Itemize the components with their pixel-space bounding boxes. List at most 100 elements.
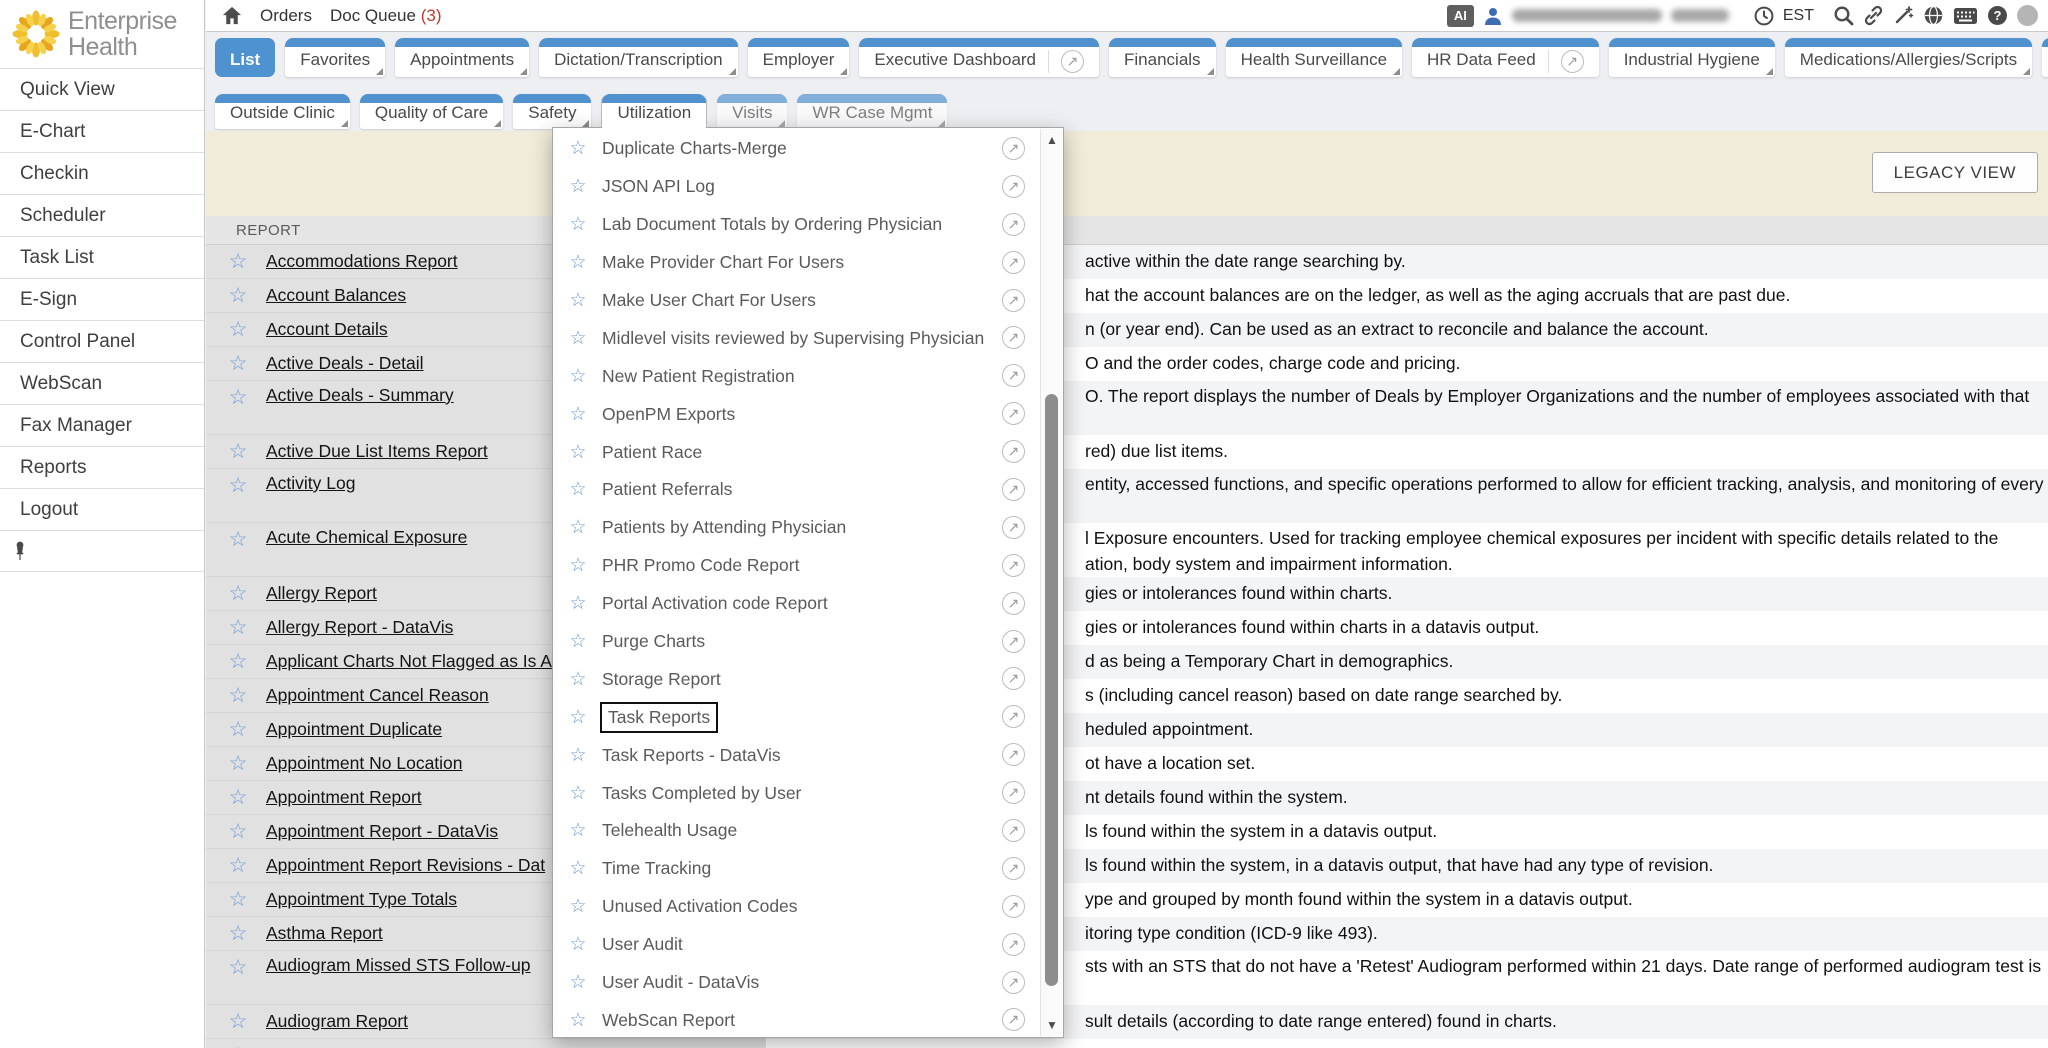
favorite-star-icon[interactable]: ☆ — [220, 385, 256, 410]
favorite-star-icon[interactable]: ☆ — [566, 592, 590, 615]
open-in-new-icon[interactable]: ↗ — [1061, 50, 1084, 73]
favorite-star-icon[interactable]: ☆ — [566, 137, 590, 160]
menu-item[interactable]: ☆ Tasks Completed by User ↗ — [553, 774, 1039, 812]
sidebar-item[interactable]: E-Sign — [0, 278, 204, 320]
open-in-new-icon[interactable]: ↗ — [1002, 289, 1025, 312]
favorite-star-icon[interactable]: ☆ — [566, 516, 590, 539]
sidebar-item[interactable]: Fax Manager — [0, 404, 204, 446]
open-in-new-icon[interactable]: ↗ — [1002, 781, 1025, 804]
favorite-star-icon[interactable]: ☆ — [566, 744, 590, 767]
favorite-star-icon[interactable]: ☆ — [220, 351, 256, 376]
open-in-new-icon[interactable]: ↗ — [1002, 592, 1025, 615]
open-in-new-icon[interactable]: ↗ — [1002, 516, 1025, 539]
report-link[interactable]: Appointment Report Revisions - Dat — [266, 855, 545, 876]
nav-tab[interactable]: HR Data Feed ↗ — [1412, 38, 1599, 77]
menu-item[interactable]: ☆ Purge Charts ↗ — [553, 623, 1039, 661]
favorite-star-icon[interactable]: ☆ — [566, 895, 590, 918]
menu-item[interactable]: ☆ Lab Document Totals by Ordering Physic… — [553, 206, 1039, 244]
open-in-new-icon[interactable]: ↗ — [1002, 630, 1025, 653]
favorite-star-icon[interactable]: ☆ — [566, 706, 590, 729]
nav-tab[interactable]: Health Surveillance ↗ — [1226, 38, 1402, 77]
menu-item[interactable]: ☆ PHR Promo Code Report ↗ — [553, 547, 1039, 585]
nav-tab[interactable]: Utilization ↗ — [601, 94, 707, 129]
menu-item[interactable]: ☆ Time Tracking ↗ — [553, 850, 1039, 888]
open-in-new-icon[interactable]: ↗ — [1002, 554, 1025, 577]
nav-tab[interactable]: Executive Dashboard ↗ — [859, 38, 1099, 77]
open-in-new-icon[interactable]: ↗ — [1002, 251, 1025, 274]
open-in-new-icon[interactable]: ↗ — [1002, 213, 1025, 236]
nav-tab[interactable]: List ↗ — [215, 38, 275, 77]
dropdown-scrollbar[interactable]: ▲ ▼ — [1040, 129, 1062, 1036]
favorite-star-icon[interactable]: ☆ — [220, 1009, 256, 1034]
scroll-up-icon[interactable]: ▲ — [1041, 133, 1063, 147]
favorite-star-icon[interactable]: ☆ — [220, 527, 256, 552]
sidebar-item[interactable]: E-Chart — [0, 110, 204, 152]
favorite-star-icon[interactable]: ☆ — [566, 630, 590, 653]
breadcrumb-doc-queue[interactable]: Doc Queue (3) — [330, 6, 442, 26]
report-link[interactable]: Allergy Report — [266, 583, 377, 604]
favorite-star-icon[interactable]: ☆ — [220, 317, 256, 342]
menu-item[interactable]: ☆ Duplicate Charts-Merge ↗ — [553, 130, 1039, 168]
report-link[interactable]: Active Deals - Summary — [266, 385, 454, 406]
report-link[interactable]: Audiogram Report — [266, 1011, 408, 1032]
report-link[interactable]: Appointment Report — [266, 787, 422, 808]
favorite-star-icon[interactable]: ☆ — [220, 581, 256, 606]
report-link[interactable]: Active Due List Items Report — [266, 441, 488, 462]
home-icon[interactable] — [222, 6, 242, 25]
scrollbar-thumb[interactable] — [1045, 394, 1058, 986]
globe-icon[interactable] — [1923, 5, 1944, 26]
favorite-star-icon[interactable]: ☆ — [220, 853, 256, 878]
favorite-star-icon[interactable]: ☆ — [566, 289, 590, 312]
report-link[interactable]: Applicant Charts Not Flagged as Is A — [266, 651, 552, 672]
favorite-star-icon[interactable]: ☆ — [220, 955, 256, 980]
avatar[interactable] — [2017, 5, 2038, 26]
open-in-new-icon[interactable]: ↗ — [1002, 857, 1025, 880]
open-in-new-icon[interactable]: ↗ — [1002, 137, 1025, 160]
favorite-star-icon[interactable]: ☆ — [566, 857, 590, 880]
nav-tab[interactable]: Employer ↗ — [748, 38, 850, 77]
report-link[interactable]: Audiogram Missed STS Follow-up — [266, 955, 531, 976]
menu-item[interactable]: ☆ New Patient Registration ↗ — [553, 357, 1039, 395]
favorite-star-icon[interactable]: ☆ — [566, 441, 590, 464]
sidebar-item[interactable]: Quick View — [0, 68, 204, 110]
menu-item[interactable]: ☆ Telehealth Usage ↗ — [553, 812, 1039, 850]
favorite-star-icon[interactable]: ☆ — [220, 819, 256, 844]
menu-item[interactable]: ☆ Portal Activation code Report ↗ — [553, 585, 1039, 623]
clock-icon[interactable] — [1754, 6, 1774, 26]
enterprise-health-logo[interactable]: Enterprise Health — [0, 0, 204, 68]
favorite-star-icon[interactable]: ☆ — [220, 473, 256, 498]
open-in-new-icon[interactable]: ↗ — [1002, 326, 1025, 349]
report-link[interactable]: Active Deals - Detail — [266, 353, 424, 374]
nav-tab[interactable]: Visits ↗ — [717, 94, 787, 129]
menu-item[interactable]: ☆ Patient Race ↗ — [553, 433, 1039, 471]
favorite-star-icon[interactable]: ☆ — [566, 1009, 590, 1032]
report-link[interactable]: Allergy Report - DataVis — [266, 617, 453, 638]
favorite-star-icon[interactable]: ☆ — [566, 213, 590, 236]
scroll-down-icon[interactable]: ▼ — [1041, 1018, 1063, 1032]
open-in-new-icon[interactable]: ↗ — [1002, 667, 1025, 690]
menu-item[interactable]: ☆ Storage Report ↗ — [553, 660, 1039, 698]
nav-tab[interactable]: Medications/Allergies/Scripts ↗ — [1785, 38, 2032, 77]
report-link[interactable]: Appointment Cancel Reason — [266, 685, 489, 706]
menu-item[interactable]: ☆ Make Provider Chart For Users ↗ — [553, 244, 1039, 282]
link-icon[interactable] — [1863, 5, 1884, 26]
help-icon[interactable]: ? — [1987, 5, 2008, 26]
open-in-new-icon[interactable]: ↗ — [1002, 1008, 1025, 1031]
sidebar-item[interactable]: Checkin — [0, 152, 204, 194]
open-in-new-icon[interactable]: ↗ — [1002, 971, 1025, 994]
report-link[interactable]: Account Details — [266, 319, 388, 340]
report-link[interactable]: Asthma Report — [266, 923, 383, 944]
nav-tab[interactable]: Orders ↗ — [2042, 38, 2048, 77]
open-in-new-icon[interactable]: ↗ — [1002, 440, 1025, 463]
nav-tab[interactable]: Dictation/Transcription ↗ — [539, 38, 738, 77]
open-in-new-icon[interactable]: ↗ — [1002, 933, 1025, 956]
open-in-new-icon[interactable]: ↗ — [1561, 50, 1584, 73]
ai-badge[interactable]: AI — [1447, 5, 1474, 27]
open-in-new-icon[interactable]: ↗ — [1002, 743, 1025, 766]
report-link[interactable]: Accommodations Report — [266, 251, 458, 272]
open-in-new-icon[interactable]: ↗ — [1002, 819, 1025, 842]
open-in-new-icon[interactable]: ↗ — [1002, 402, 1025, 425]
sidebar-item[interactable]: WebScan — [0, 362, 204, 404]
keyboard-icon[interactable] — [1953, 7, 1978, 25]
favorite-star-icon[interactable]: ☆ — [566, 668, 590, 691]
